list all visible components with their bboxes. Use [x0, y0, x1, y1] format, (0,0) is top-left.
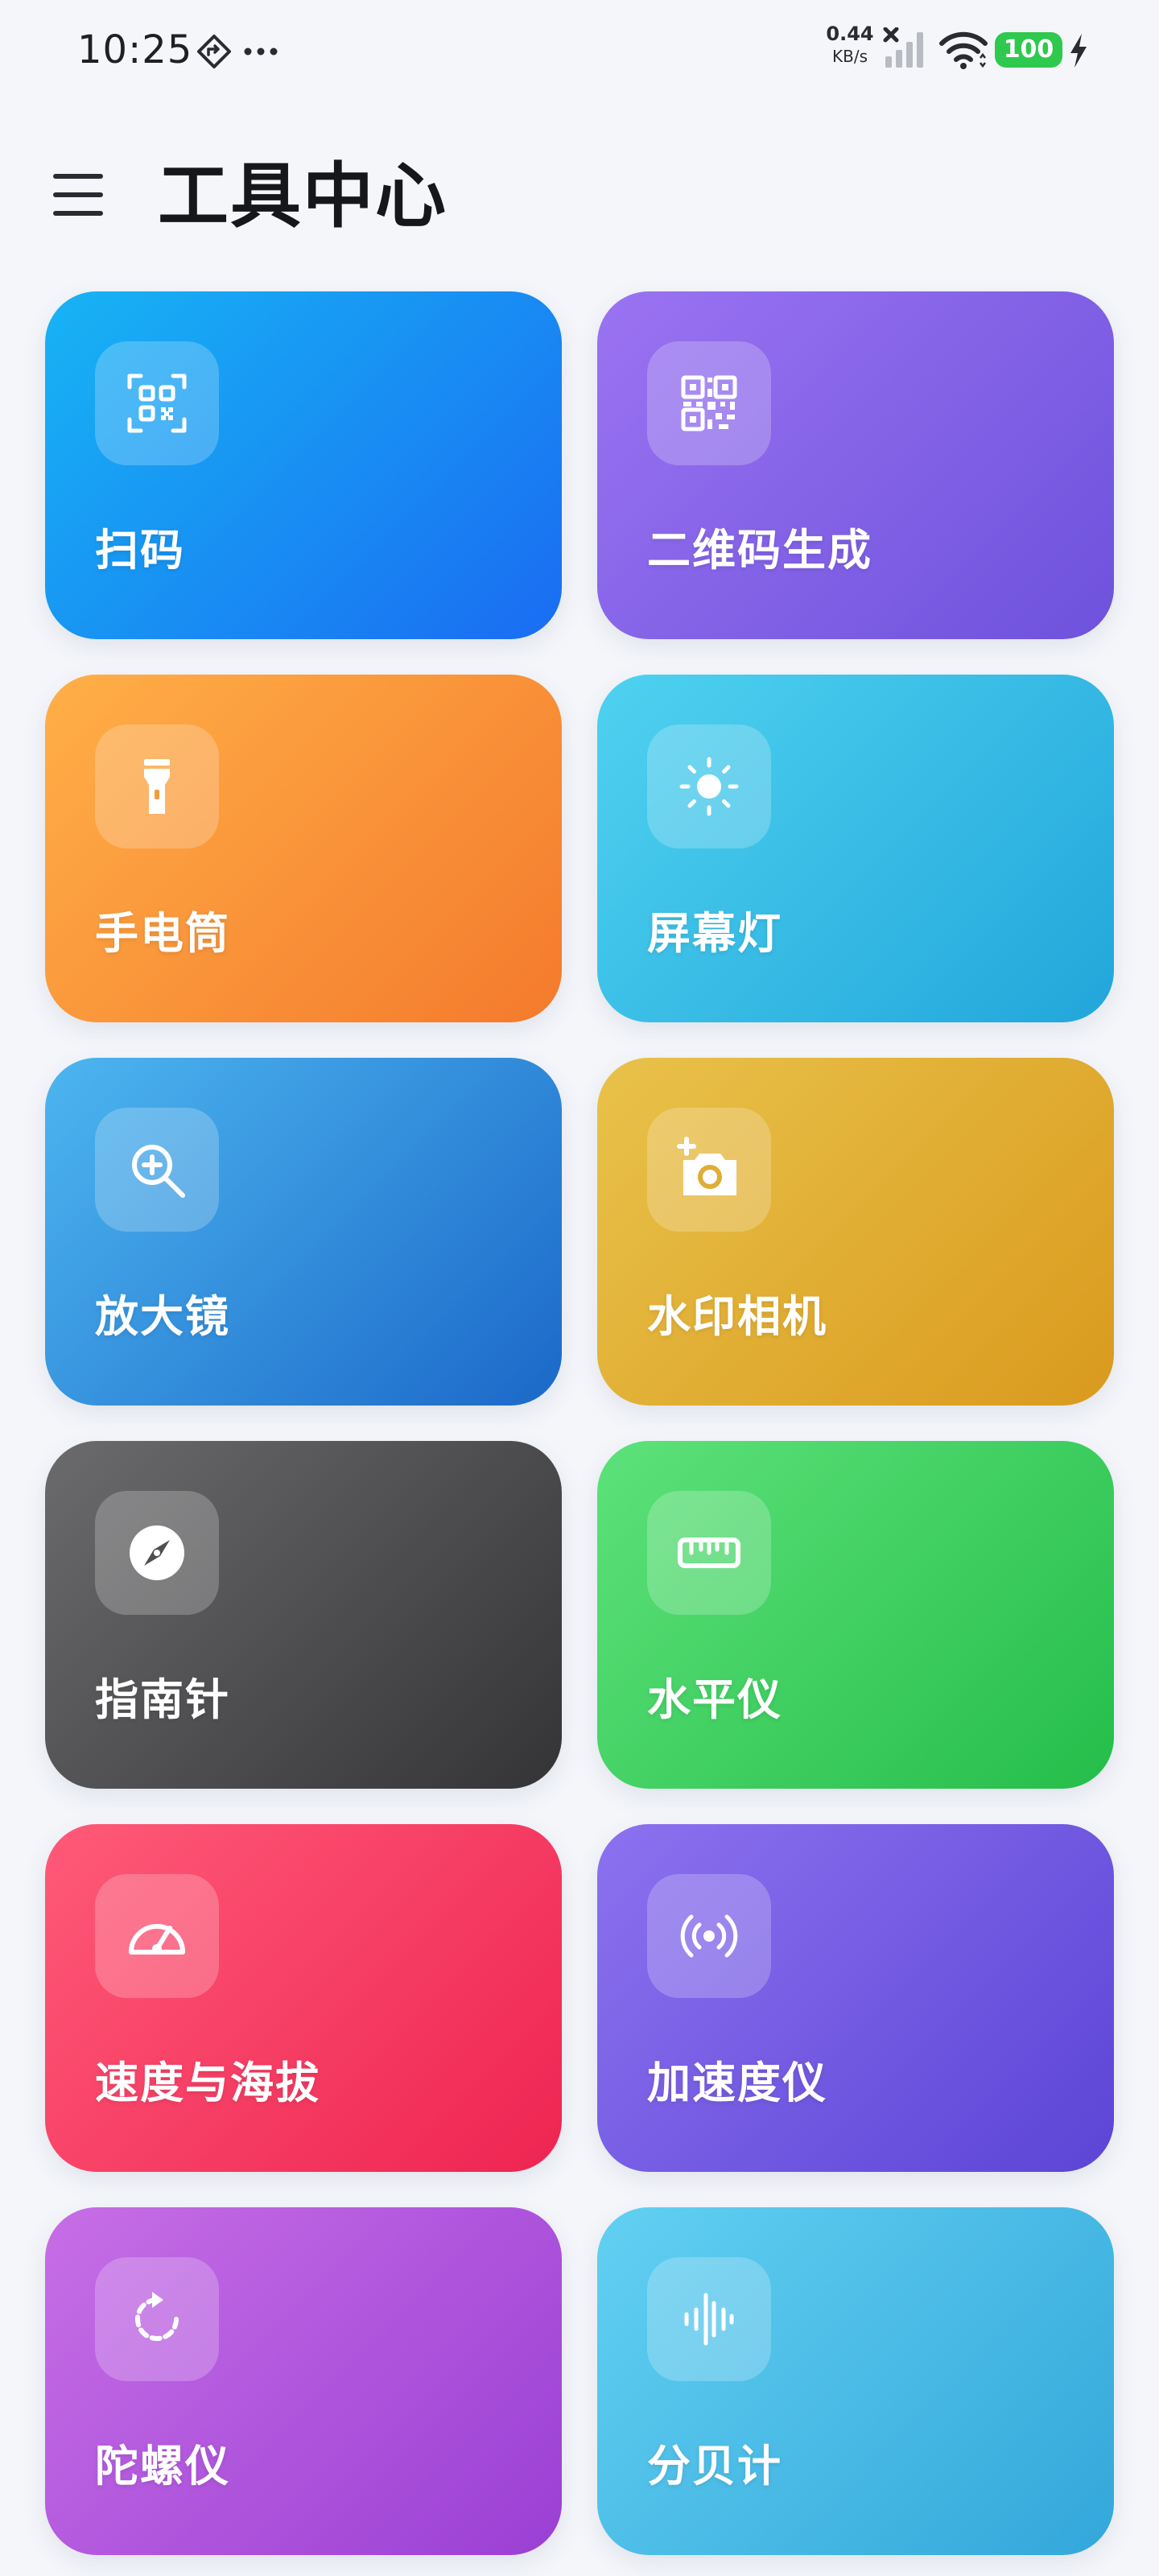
tool-card-accelerometer[interactable]: 加速度仪	[597, 1824, 1114, 2172]
tool-card-gyroscope[interactable]: 陀螺仪	[45, 2207, 562, 2555]
tool-icon-tile	[647, 1108, 771, 1232]
tool-label: 屏幕灯	[647, 908, 782, 959]
tool-label: 放大镜	[95, 1291, 230, 1342]
tool-card-level[interactable]: 水平仪	[597, 1441, 1114, 1789]
tool-card-decibel-meter[interactable]: 分贝计	[597, 2207, 1114, 2555]
tool-label: 手电筒	[95, 908, 230, 959]
speedometer-icon	[129, 1924, 185, 1955]
status-time: 10:25	[77, 27, 193, 72]
tool-card-scan[interactable]: 扫码	[45, 291, 562, 639]
rotate-icon	[135, 2292, 179, 2341]
navigation-diamond-icon	[197, 35, 231, 68]
network-speed-value: 0.44	[826, 23, 874, 45]
tool-label: 陀螺仪	[95, 2441, 230, 2491]
tool-label: 速度与海拔	[95, 2058, 320, 2108]
menu-button[interactable]	[48, 166, 106, 224]
tool-icon-tile	[647, 724, 771, 848]
ruler-icon	[678, 1538, 740, 1568]
tool-card-compass[interactable]: 指南针	[45, 1441, 562, 1789]
tool-label: 分贝计	[647, 2441, 782, 2491]
tool-card-magnifier[interactable]: 放大镜	[45, 1058, 562, 1406]
more-dots-icon	[244, 47, 278, 56]
tool-label: 加速度仪	[647, 2058, 827, 2108]
tool-icon-tile	[95, 724, 219, 848]
compass-icon	[130, 1525, 184, 1580]
tool-label: 指南针	[95, 1674, 230, 1725]
broadcast-icon	[680, 1914, 738, 1958]
header: 工具中心	[0, 137, 1159, 250]
tool-icon-tile	[647, 2257, 771, 2381]
tool-label: 二维码生成	[647, 525, 872, 576]
camera-add-icon	[677, 1137, 736, 1195]
tool-card-watermark-camera[interactable]: 水印相机	[597, 1058, 1114, 1406]
tool-icon-tile	[95, 1874, 219, 1998]
charging-bolt-icon	[1070, 34, 1087, 68]
tool-label: 水印相机	[647, 1291, 827, 1342]
tool-icon-tile	[647, 341, 771, 465]
tool-card-speed-altitude[interactable]: 速度与海拔	[45, 1824, 562, 2172]
tool-icon-tile	[647, 1491, 771, 1615]
status-bar: 10:25 0.44 KB/s 100	[0, 0, 1159, 105]
page-title: 工具中心	[158, 155, 448, 237]
tool-card-flashlight[interactable]: 手电筒	[45, 675, 562, 1022]
tool-icon-tile	[95, 2257, 219, 2381]
tool-card-qr-generate[interactable]: 二维码生成	[597, 291, 1114, 639]
tool-label: 水平仪	[647, 1674, 782, 1725]
flashlight-icon	[144, 759, 170, 814]
network-speed-unit: KB/s	[832, 47, 868, 66]
tool-icon-tile	[647, 1874, 771, 1998]
sound-wave-icon	[684, 2293, 734, 2346]
tool-grid: 扫码 二维码生成 手电筒 屏幕灯 放大镜 水印相机 指南针 水平仪 速度与海拔 …	[45, 291, 1114, 2555]
tool-icon-tile	[95, 1108, 219, 1232]
qr-code-icon	[681, 375, 737, 431]
magnifier-plus-icon	[132, 1145, 185, 1198]
tool-icon-tile	[95, 341, 219, 465]
scan-qr-icon	[127, 374, 187, 433]
menu-icon	[53, 174, 103, 179]
tool-icon-tile	[95, 1491, 219, 1615]
wifi-icon	[939, 31, 988, 69]
tool-card-screen-light[interactable]: 屏幕灯	[597, 675, 1114, 1022]
tool-label: 扫码	[95, 525, 185, 576]
no-signal-icon	[883, 27, 923, 68]
battery-indicator: 100	[995, 32, 1062, 68]
network-speed: 0.44 KB/s	[826, 24, 874, 64]
sun-icon	[679, 757, 739, 816]
